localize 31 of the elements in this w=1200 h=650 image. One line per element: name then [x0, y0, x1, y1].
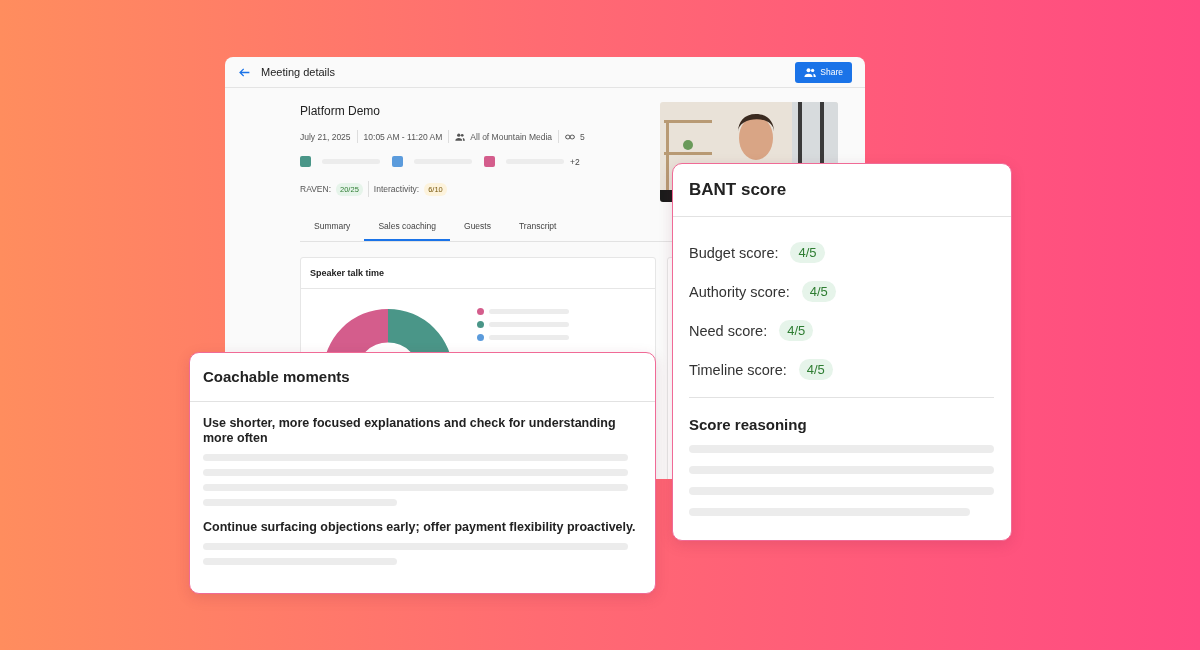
card-title: Coachable moments [190, 353, 655, 402]
score-label: Interactivity: [373, 184, 420, 194]
meeting-time: 10:05 AM - 11:20 AM [363, 131, 443, 142]
score-badge: 4/5 [779, 320, 814, 341]
tab[interactable]: Guests [450, 212, 505, 241]
people-icon [455, 132, 466, 141]
score-label: Timeline score: [689, 361, 787, 378]
moment-text: Use shorter, more focused explanations and check for understanding more often [203, 416, 617, 446]
more-participants: +2 [570, 156, 580, 167]
share-button[interactable]: Share [795, 61, 852, 83]
score-badge: 4/5 [790, 242, 825, 263]
score-badge: 4/5 [801, 281, 836, 302]
tab[interactable]: Summary [300, 212, 365, 241]
score-label: Need score: [689, 322, 768, 339]
moment-text: Continue surfacing objections early; offer payment flexibility proactively. [203, 520, 637, 535]
card-title: BANT score [673, 164, 1011, 217]
account-name: All of Mountain Media [470, 131, 553, 142]
card-title: Speaker talk time [301, 258, 655, 289]
meeting-date: July 21, 2025 [300, 131, 351, 142]
link-icon [565, 132, 576, 141]
tab[interactable]: Transcript [504, 212, 571, 241]
score-badge: 4/5 [798, 359, 833, 380]
score-label: RAVEN: [300, 184, 332, 194]
score-label: Authority score: [689, 283, 790, 300]
tab[interactable]: Sales coaching [364, 212, 451, 241]
link-count: 5 [580, 131, 585, 142]
section-title: Score reasoning [689, 416, 808, 433]
score-label: Budget score: [689, 244, 779, 261]
people-icon [804, 67, 817, 77]
window-title: Meeting details [261, 66, 336, 78]
meeting-title: Platform Demo [300, 104, 382, 118]
